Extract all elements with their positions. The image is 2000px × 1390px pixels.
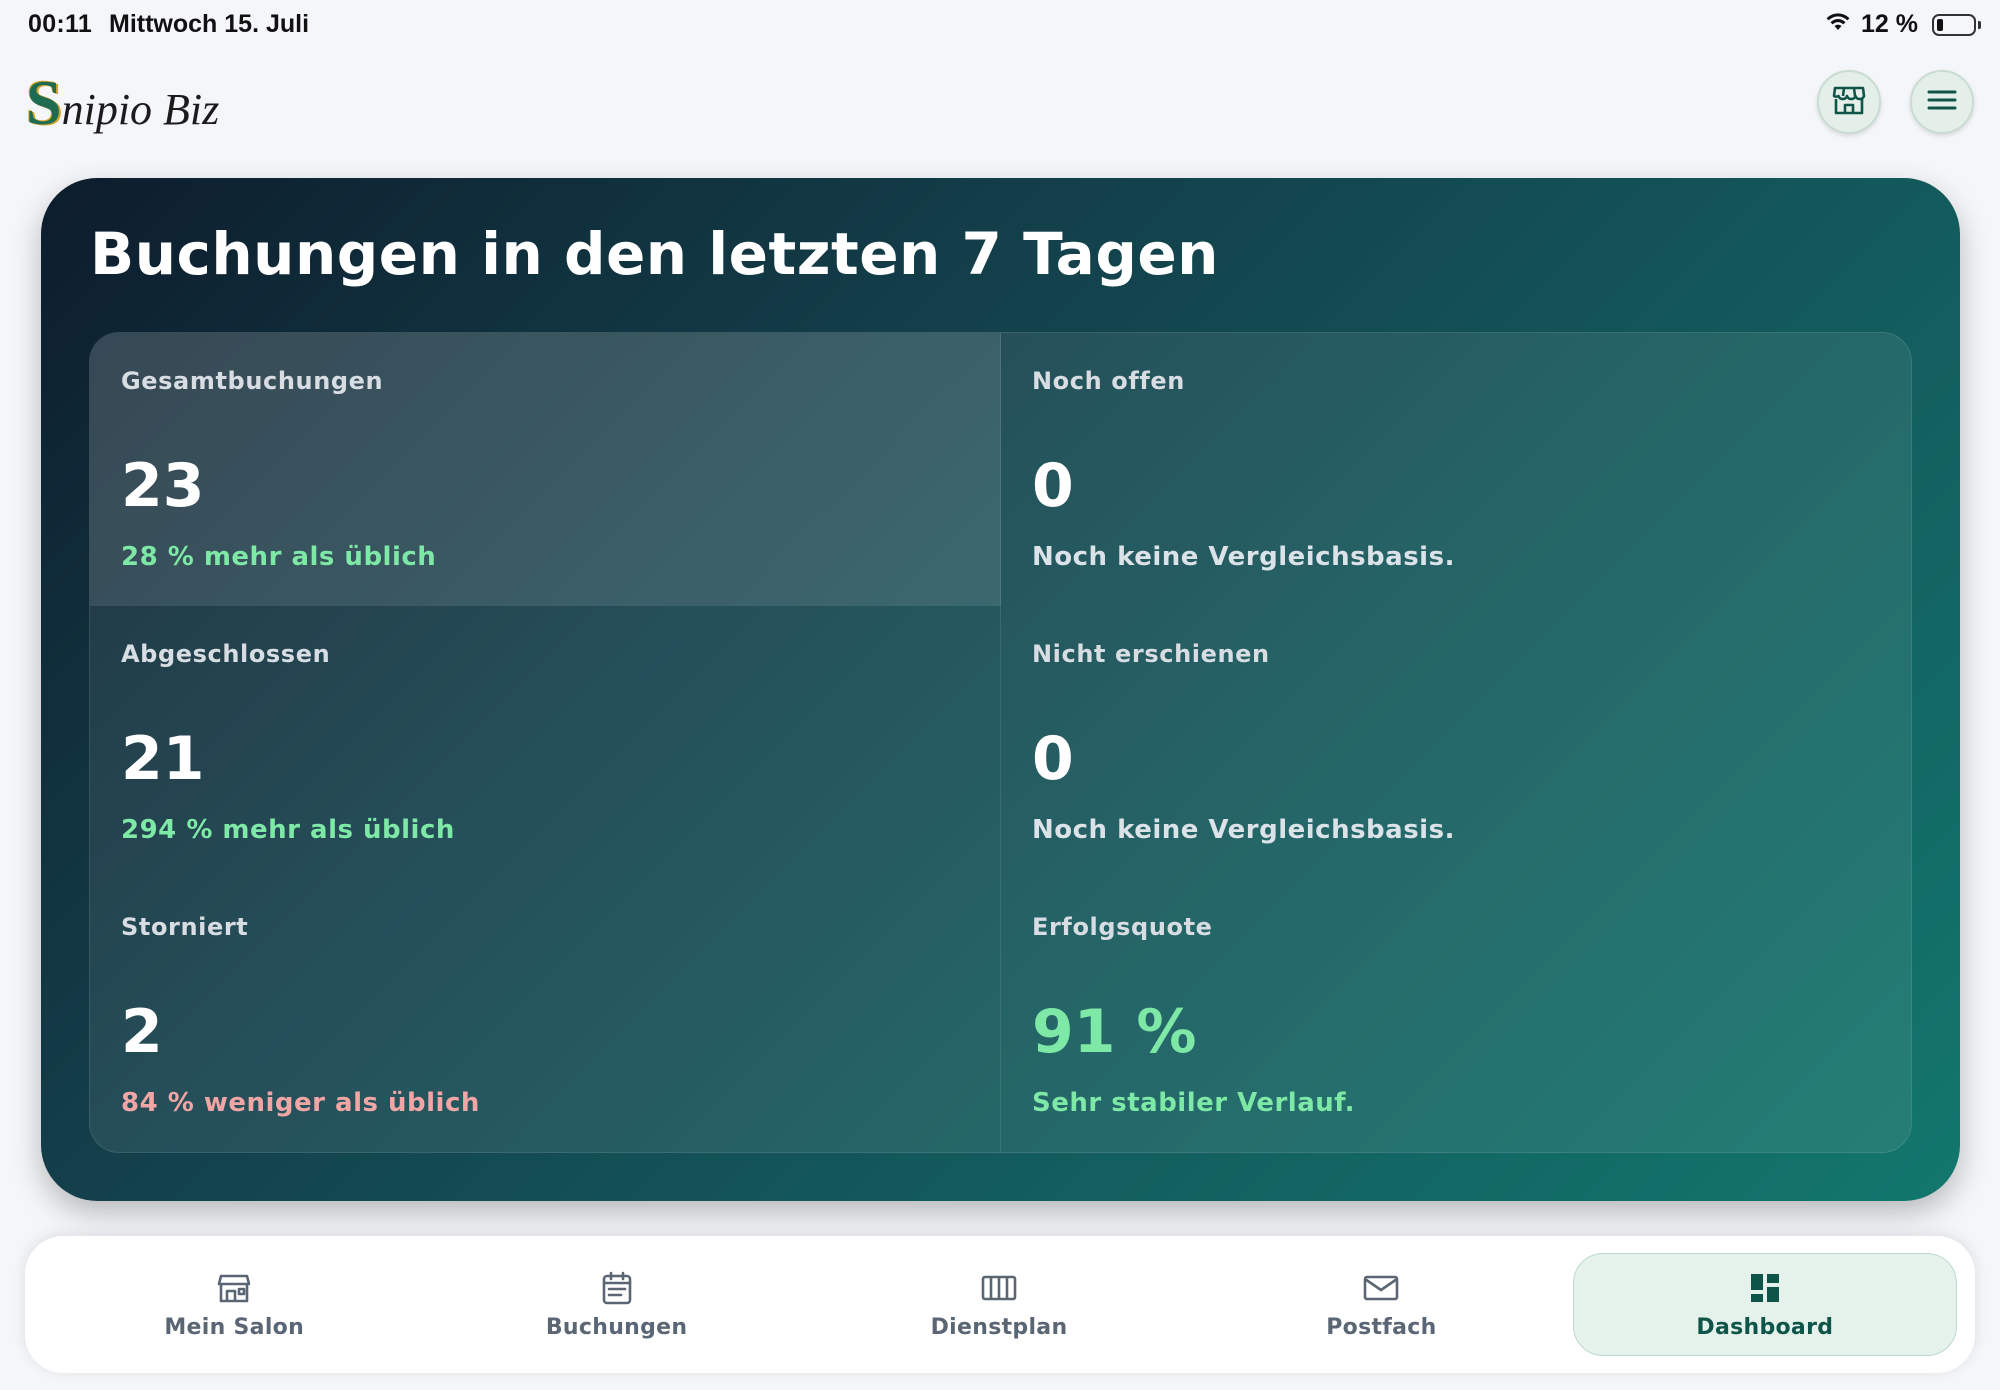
bottom-tab-bar: Mein Salon Buchungen Dienstplan Postfach…: [25, 1236, 1975, 1373]
stat-total-bookings[interactable]: Gesamtbuchungen 23 28 % mehr als üblich: [90, 333, 1001, 606]
stat-no-show[interactable]: Nicht erschienen 0 Noch keine Vergleichs…: [1001, 606, 1911, 879]
stat-label: Noch offen: [1032, 367, 1185, 395]
stat-label: Erfolgsquote: [1032, 913, 1213, 941]
menu-button[interactable]: [1910, 70, 1974, 134]
logo-initial: S: [26, 67, 62, 138]
tab-label: Postfach: [1326, 1315, 1437, 1340]
stat-value: 0: [1032, 451, 1074, 521]
battery-percentage: 12 %: [1861, 10, 1918, 38]
stat-value: 21: [121, 724, 205, 794]
stat-label: Nicht erschienen: [1032, 640, 1270, 668]
stat-label: Abgeschlossen: [121, 640, 331, 668]
card-title: Buchungen in den letzten 7 Tagen: [90, 220, 1219, 288]
stats-grid: Gesamtbuchungen 23 28 % mehr als üblich …: [89, 332, 1912, 1153]
tab-buchungen[interactable]: Buchungen: [425, 1253, 807, 1356]
storefront-icon: [215, 1269, 253, 1307]
stat-cancelled[interactable]: Storniert 2 84 % weniger als üblich: [90, 879, 1001, 1152]
stat-label: Storniert: [121, 913, 249, 941]
stat-note: Sehr stabiler Verlauf.: [1032, 1088, 1356, 1118]
stat-note: 294 % mehr als üblich: [121, 815, 455, 845]
schedule-columns-icon: [980, 1269, 1018, 1307]
envelope-icon: [1362, 1269, 1400, 1307]
wifi-icon: [1825, 10, 1851, 39]
bookings-summary-card: Buchungen in den letzten 7 Tagen Gesamtb…: [41, 178, 1960, 1201]
status-time: 00:11: [28, 10, 93, 38]
status-date: Mittwoch 15. Juli: [109, 10, 310, 38]
stat-note: 28 % mehr als üblich: [121, 542, 437, 572]
tab-mein-salon[interactable]: Mein Salon: [43, 1253, 425, 1356]
stat-value: 23: [121, 451, 205, 521]
stat-note: 84 % weniger als üblich: [121, 1088, 480, 1118]
stat-still-open[interactable]: Noch offen 0 Noch keine Vergleichsbasis.: [1001, 333, 1911, 606]
stat-value: 91 %: [1032, 997, 1197, 1067]
status-bar: 00:11 Mittwoch 15. Juli 12 %: [0, 0, 2000, 56]
tab-label: Buchungen: [545, 1315, 688, 1340]
stat-success-rate[interactable]: Erfolgsquote 91 % Sehr stabiler Verlauf.: [1001, 879, 1911, 1152]
store-icon: [1832, 84, 1866, 120]
stat-note: Noch keine Vergleichsbasis.: [1032, 815, 1455, 845]
tab-label: Dienstplan: [930, 1315, 1068, 1340]
tab-postfach[interactable]: Postfach: [1190, 1253, 1572, 1356]
stat-value: 2: [121, 997, 163, 1067]
stat-completed[interactable]: Abgeschlossen 21 294 % mehr als üblich: [90, 606, 1001, 879]
hamburger-menu-icon: [1927, 88, 1957, 116]
tab-dashboard[interactable]: Dashboard: [1572, 1253, 1958, 1356]
tab-dienstplan[interactable]: Dienstplan: [808, 1253, 1190, 1356]
dashboard-icon: [1746, 1269, 1784, 1307]
tab-label: Mein Salon: [164, 1315, 305, 1340]
app-logo[interactable]: S nipio Biz: [26, 66, 219, 140]
logo-text: nipio Biz: [61, 85, 220, 134]
battery-icon: [1932, 13, 1981, 36]
app-header: S nipio Biz: [0, 56, 2000, 156]
status-indicators: 12 %: [1825, 10, 1981, 39]
stat-note: Noch keine Vergleichsbasis.: [1032, 542, 1455, 572]
store-button[interactable]: [1817, 70, 1881, 134]
tab-label: Dashboard: [1696, 1315, 1834, 1340]
stat-value: 0: [1032, 724, 1074, 794]
stat-label: Gesamtbuchungen: [121, 367, 384, 395]
calendar-icon: [598, 1269, 636, 1307]
